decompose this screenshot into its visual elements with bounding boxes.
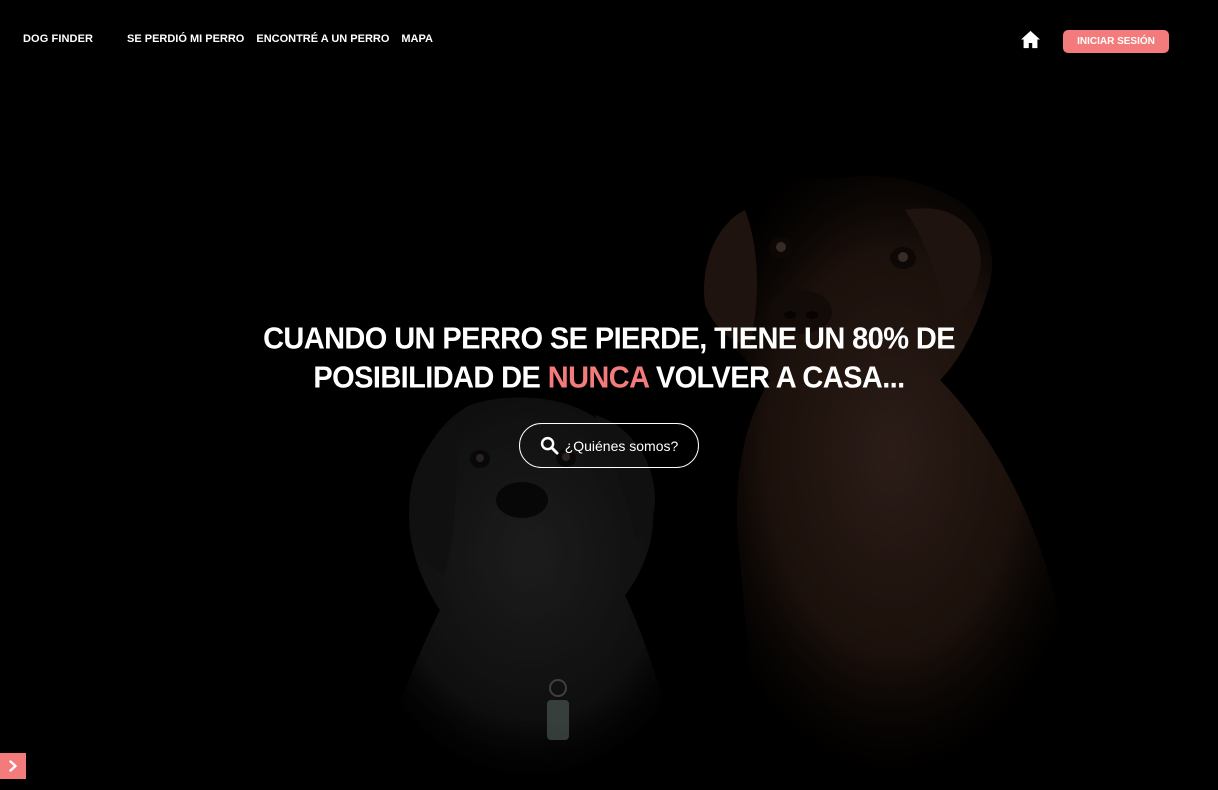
hero-headline-line1: CUANDO UN PERRO SE PIERDE, TIENE UN 80% … — [263, 321, 955, 356]
hero-headline: CUANDO UN PERRO SE PIERDE, TIENE UN 80% … — [200, 320, 1018, 398]
search-icon — [540, 436, 559, 455]
hero-headline-line2-end: VOLVER A CASA... — [648, 361, 905, 396]
hero-headline-accent: NUNCA — [547, 361, 649, 396]
side-panel-toggle[interactable] — [0, 753, 26, 779]
about-us-button-label: ¿Quiénes somos? — [564, 437, 679, 454]
login-button[interactable]: INICIAR SESIÓN — [1063, 30, 1169, 53]
brand-logo-link[interactable]: DOG FINDER — [23, 33, 93, 45]
top-navbar: DOG FINDER SE PERDIÓ MI PERRO ENCONTRÉ A… — [0, 0, 1218, 80]
home-icon[interactable] — [1020, 30, 1041, 49]
hero-headline-line2-start: POSIBILIDAD DE — [313, 361, 548, 396]
about-us-button[interactable]: ¿Quiénes somos? — [519, 423, 699, 468]
nav-link-lost-dog[interactable]: SE PERDIÓ MI PERRO — [127, 33, 244, 45]
nav-links: SE PERDIÓ MI PERRO ENCONTRÉ A UN PERRO M… — [127, 33, 433, 45]
chevron-right-icon — [9, 760, 17, 772]
nav-link-found-dog[interactable]: ENCONTRÉ A UN PERRO — [256, 33, 389, 45]
page: DOG FINDER SE PERDIÓ MI PERRO ENCONTRÉ A… — [0, 0, 1218, 790]
nav-link-map[interactable]: MAPA — [401, 33, 433, 45]
